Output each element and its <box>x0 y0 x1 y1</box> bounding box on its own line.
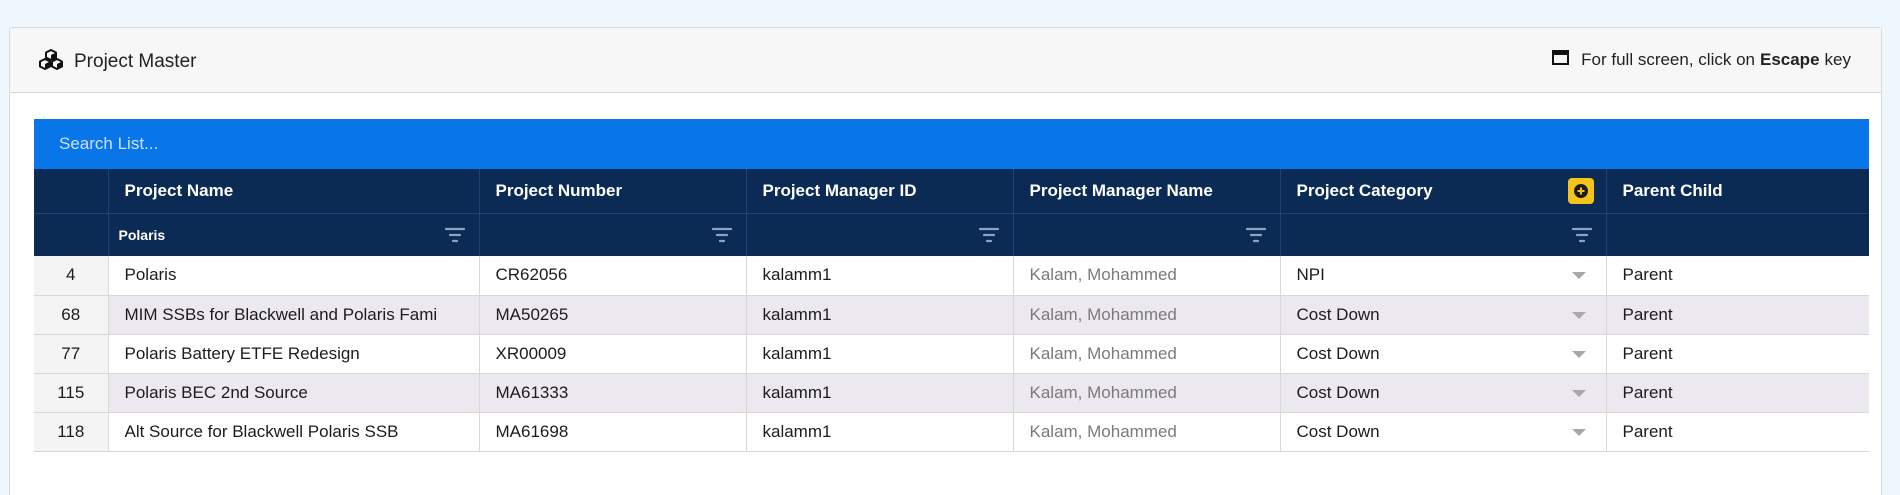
column-header-project-category-label: Project Category <box>1296 180 1433 200</box>
cell-project-manager-name: Kalam, Mohammed <box>1013 295 1281 335</box>
chevron-down-icon[interactable] <box>1571 311 1586 319</box>
row-index: 77 <box>34 334 109 374</box>
cell-project-manager-id[interactable]: kalamm1 <box>746 295 1014 335</box>
filter-value-project-name: Polaris <box>118 226 166 243</box>
cell-parent-child[interactable]: Parent <box>1606 412 1869 452</box>
cell-project-manager-name: Kalam, Mohammed <box>1013 412 1281 452</box>
cell-project-category-value: NPI <box>1296 265 1325 285</box>
fullscreen-key: Escape <box>1759 50 1820 69</box>
cell-project-number[interactable]: MA61698 <box>479 412 747 452</box>
table-body: 4 Polaris CR62056 kalamm1 Kalam, Mohamme… <box>34 256 1869 452</box>
cell-project-manager-id[interactable]: kalamm1 <box>746 412 1014 452</box>
search-bar <box>34 119 1869 169</box>
chevron-down-icon[interactable] <box>1571 389 1586 397</box>
cell-project-number[interactable]: CR62056 <box>479 256 747 296</box>
cell-project-manager-id[interactable]: kalamm1 <box>746 373 1014 413</box>
filter-icon[interactable] <box>1245 226 1266 244</box>
panel-header: Project Master For full screen, click on… <box>10 28 1881 93</box>
filter-cell-project-name[interactable]: Polaris <box>108 213 480 256</box>
row-index: 68 <box>34 295 109 335</box>
window-icon[interactable] <box>1552 50 1581 70</box>
fullscreen-prefix: For full screen, click on <box>1581 50 1755 69</box>
cell-parent-child[interactable]: Parent <box>1606 256 1869 296</box>
filter-cell-project-manager-name[interactable] <box>1013 213 1281 256</box>
title-wrap: Project Master <box>38 48 196 75</box>
row-index: 4 <box>34 256 109 296</box>
cell-project-category[interactable]: Cost Down <box>1280 334 1607 374</box>
cell-project-name[interactable]: Polaris Battery ETFE Redesign <box>108 334 480 374</box>
chevron-down-icon[interactable] <box>1571 272 1586 279</box>
cell-project-number[interactable]: XR00009 <box>479 334 747 374</box>
cell-project-number[interactable]: MA61333 <box>479 373 747 413</box>
table-row[interactable]: 115 Polaris BEC 2nd Source MA61333 kalam… <box>34 373 1869 413</box>
column-header-parent-child-label: Parent Child <box>1622 180 1723 200</box>
page-title: Project Master <box>74 50 197 72</box>
row-index: 118 <box>34 412 109 452</box>
column-header-parent-child[interactable]: Parent Child <box>1606 169 1869 214</box>
project-grid: Project Name Project Number Project Mana… <box>34 119 1869 495</box>
cell-project-category[interactable]: Cost Down <box>1280 373 1607 413</box>
column-header-project-number[interactable]: Project Number <box>479 169 747 214</box>
chevron-down-icon[interactable] <box>1571 350 1586 358</box>
cell-project-manager-id[interactable]: kalamm1 <box>746 256 1014 296</box>
table-row[interactable]: 118 Alt Source for Blackwell Polaris SSB… <box>34 412 1869 452</box>
cubes-icon <box>38 48 64 75</box>
filter-cell-parent-child[interactable] <box>1606 213 1869 256</box>
chevron-down-icon[interactable] <box>1571 428 1586 436</box>
table-row[interactable]: 4 Polaris CR62056 kalamm1 Kalam, Mohamme… <box>34 256 1869 296</box>
filter-cell-project-category[interactable] <box>1280 213 1607 256</box>
cell-project-category[interactable]: NPI <box>1280 256 1607 296</box>
filter-icon[interactable] <box>978 226 999 244</box>
fullscreen-suffix: key <box>1824 50 1851 69</box>
cell-project-category-value: Cost Down <box>1296 421 1380 441</box>
plus-circle-icon <box>1573 184 1588 198</box>
cell-project-manager-id[interactable]: kalamm1 <box>746 334 1014 374</box>
cell-project-manager-name: Kalam, Mohammed <box>1013 334 1281 374</box>
add-category-button[interactable] <box>1567 178 1594 204</box>
filter-icon[interactable] <box>711 226 732 244</box>
cell-parent-child[interactable]: Parent <box>1606 373 1869 413</box>
column-header-project-name[interactable]: Project Name <box>108 169 480 214</box>
filter-cell-project-manager-id[interactable] <box>746 213 1014 256</box>
fullscreen-note: For full screen, click on Escape key <box>1552 50 1851 70</box>
filter-icon[interactable] <box>444 226 465 244</box>
cell-parent-child[interactable]: Parent <box>1606 295 1869 335</box>
column-header-project-manager-id[interactable]: Project Manager ID <box>746 169 1014 214</box>
filter-cell-project-number[interactable] <box>479 213 747 256</box>
cell-parent-child[interactable]: Parent <box>1606 334 1869 374</box>
cell-project-number[interactable]: MA50265 <box>479 295 747 335</box>
cell-project-name[interactable]: Polaris BEC 2nd Source <box>108 373 480 413</box>
cell-project-name[interactable]: MIM SSBs for Blackwell and Polaris Fami <box>108 295 480 335</box>
header-row: Project Name Project Number Project Mana… <box>34 169 1869 214</box>
cell-project-category-value: Cost Down <box>1296 382 1380 402</box>
cell-project-category[interactable]: Cost Down <box>1280 295 1607 335</box>
filter-icon[interactable] <box>1571 226 1592 244</box>
cell-project-manager-name: Kalam, Mohammed <box>1013 256 1281 296</box>
column-header-project-manager-name[interactable]: Project Manager Name <box>1013 169 1281 214</box>
column-header-index <box>34 169 109 214</box>
project-table: Project Name Project Number Project Mana… <box>34 169 1869 452</box>
table-row[interactable]: 68 MIM SSBs for Blackwell and Polaris Fa… <box>34 295 1869 335</box>
column-header-project-category[interactable]: Project Category <box>1280 169 1607 214</box>
cell-project-name[interactable]: Polaris <box>108 256 480 296</box>
filter-cell-index <box>34 213 109 256</box>
filter-row: Polaris <box>34 213 1869 256</box>
cell-project-category-value: Cost Down <box>1296 304 1380 324</box>
table-row[interactable]: 77 Polaris Battery ETFE Redesign XR00009… <box>34 334 1869 374</box>
search-input[interactable] <box>59 134 659 154</box>
cell-project-manager-name: Kalam, Mohammed <box>1013 373 1281 413</box>
project-master-panel: Project Master For full screen, click on… <box>9 27 1882 495</box>
row-index: 115 <box>34 373 109 413</box>
cell-project-category-value: Cost Down <box>1296 343 1380 363</box>
cell-project-name[interactable]: Alt Source for Blackwell Polaris SSB <box>108 412 480 452</box>
cell-project-category[interactable]: Cost Down <box>1280 412 1607 452</box>
